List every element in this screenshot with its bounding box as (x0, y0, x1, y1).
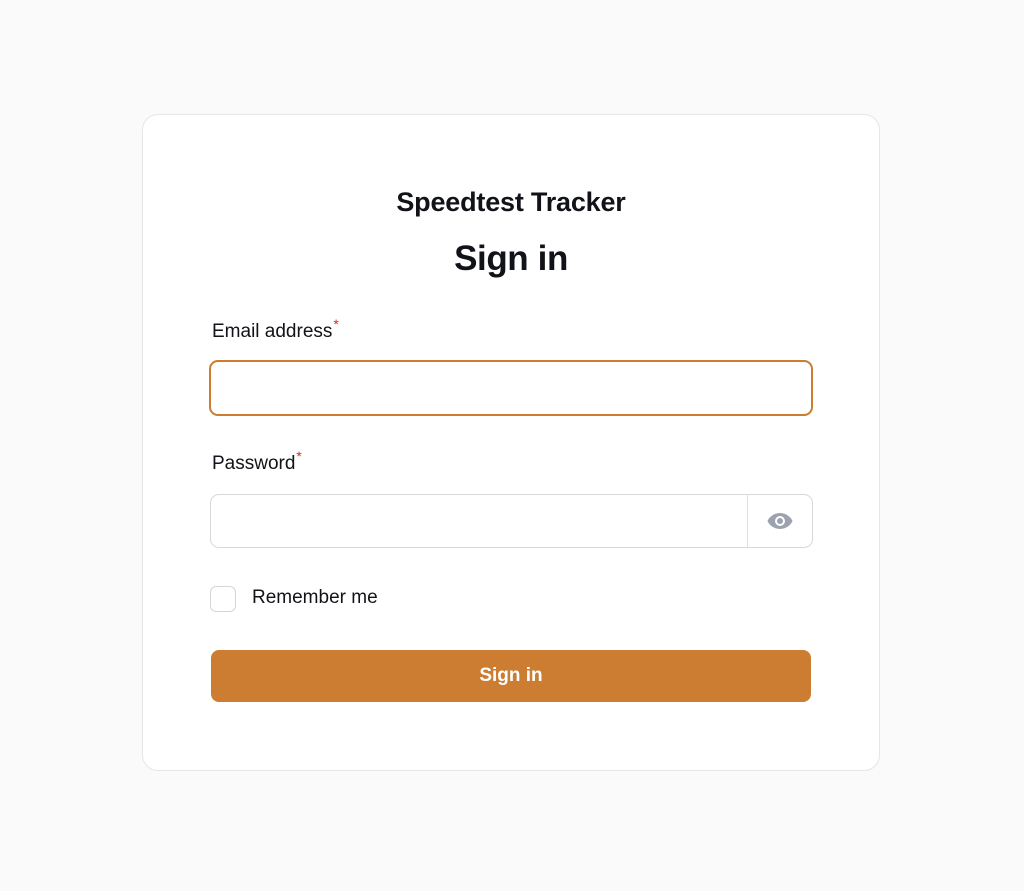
remember-me-checkbox[interactable] (210, 586, 236, 612)
required-indicator: * (296, 448, 302, 464)
email-label-text: Email address (212, 321, 333, 342)
reveal-password-button[interactable] (747, 495, 812, 547)
email-label: Email address* (212, 316, 339, 343)
page-title: Sign in (454, 239, 568, 278)
sign-in-button[interactable]: Sign in (211, 650, 811, 702)
password-field-wrapper (210, 494, 813, 548)
login-page: Speedtest Tracker Sign in Email address*… (0, 0, 1024, 891)
required-indicator: * (333, 316, 339, 332)
password-label-text: Password (212, 453, 296, 474)
email-field[interactable] (209, 360, 813, 416)
password-field[interactable] (211, 495, 747, 547)
app-title: Speedtest Tracker (396, 187, 626, 217)
login-card: Speedtest Tracker Sign in Email address*… (142, 114, 880, 771)
eye-icon (767, 513, 793, 529)
remember-me-label[interactable]: Remember me (252, 587, 378, 609)
password-label: Password* (212, 448, 302, 475)
